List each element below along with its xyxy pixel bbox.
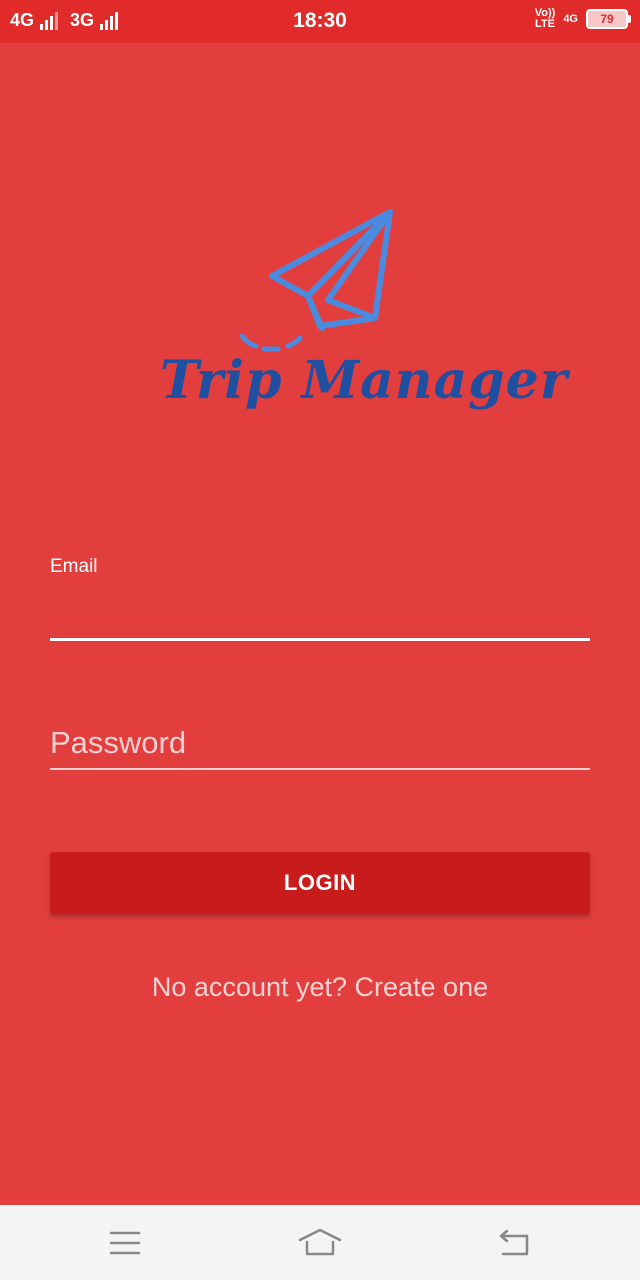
paper-plane-icon [239,209,393,352]
app-name: Trip Manager [160,350,569,411]
status-right: Vo)) LTE 4G 79 [535,8,631,30]
app-logo: Trip Manager [150,200,569,440]
status-bar: 4G 3G 18:30 Vo)) LTE 4G 79 [0,0,640,43]
login-button[interactable]: LOGIN [50,852,590,914]
create-account-link[interactable]: No account yet? Create one [0,972,640,1003]
password-field[interactable] [50,718,590,770]
volte-indicator: Vo)) LTE [535,8,556,30]
volte-bottom: LTE [535,18,555,30]
network-type-3: 4G [563,13,578,25]
home-icon[interactable] [298,1227,342,1259]
back-icon[interactable] [495,1227,535,1259]
battery-icon: 79 [586,9,631,29]
navigation-bar [0,1205,640,1280]
email-field[interactable] [50,590,590,636]
battery-level: 79 [600,12,614,26]
menu-icon[interactable] [105,1227,145,1259]
email-underline [50,638,590,641]
email-label: Email [50,556,98,577]
